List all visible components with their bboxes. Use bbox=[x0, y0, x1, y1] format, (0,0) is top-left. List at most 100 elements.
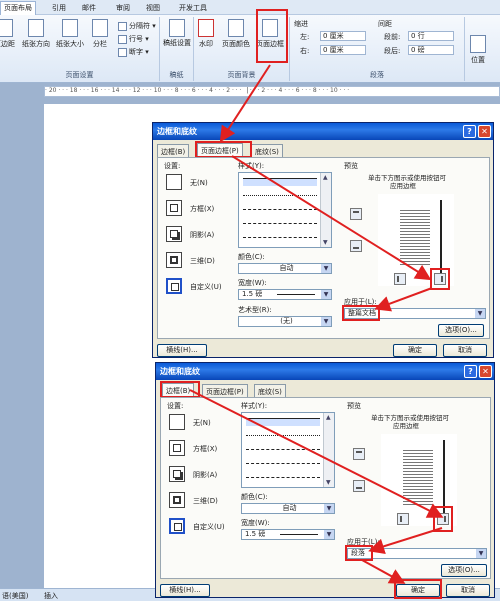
chevron-down-icon[interactable]: ▼ bbox=[321, 264, 331, 273]
scroll-down-icon[interactable]: ▼ bbox=[326, 479, 331, 486]
scroll-down-icon[interactable]: ▼ bbox=[323, 239, 328, 246]
style-list[interactable]: ▲ ▼ bbox=[238, 172, 332, 248]
setting-custom-label[interactable]: 自定义(U) bbox=[193, 522, 225, 532]
manuscript-settings-button[interactable]: 稿纸设置 bbox=[162, 19, 192, 48]
chevron-down-icon[interactable]: ▼ bbox=[324, 530, 334, 539]
tab-mailings[interactable]: 邮件 bbox=[82, 3, 96, 13]
margins-button[interactable]: 页边距 bbox=[0, 19, 15, 49]
setting-shadow-label[interactable]: 阴影(A) bbox=[190, 230, 214, 240]
width-select[interactable]: 1.5 磅 ▼ bbox=[241, 529, 335, 540]
style-list-scrollbar[interactable]: ▲ ▼ bbox=[320, 173, 331, 247]
style-list-scrollbar[interactable]: ▲ ▼ bbox=[323, 413, 334, 487]
art-select[interactable]: (无) ▼ bbox=[238, 316, 332, 327]
style-long-dash[interactable] bbox=[246, 477, 320, 478]
style-dotted[interactable] bbox=[246, 435, 320, 436]
style-long-dash[interactable] bbox=[243, 237, 317, 238]
setting-custom-label[interactable]: 自定义(U) bbox=[190, 282, 222, 292]
setting-label: 设置: bbox=[164, 162, 181, 170]
tab-shading[interactable]: 底纹(S) bbox=[254, 384, 286, 397]
style-dashed[interactable] bbox=[243, 209, 317, 210]
page-color-button[interactable]: 页面颜色 bbox=[222, 19, 250, 49]
spacing-after-input[interactable]: 0 磅 bbox=[408, 45, 454, 55]
ok-button[interactable]: 确定 bbox=[393, 344, 437, 357]
options-button[interactable]: 选项(O)... bbox=[438, 324, 484, 337]
scroll-up-icon[interactable]: ▲ bbox=[323, 174, 328, 181]
setting-custom-icon[interactable] bbox=[169, 518, 185, 534]
ribbon: 页边距 纸张方向 纸张大小 分栏 分隔符 ▾ 行号 ▾ 断字 ▾ 页面设置 稿纸… bbox=[0, 9, 500, 83]
setting-shadow-label[interactable]: 阴影(A) bbox=[193, 470, 217, 480]
line-numbers-button[interactable]: 行号 ▾ bbox=[118, 34, 149, 44]
help-icon[interactable]: ? bbox=[463, 125, 476, 138]
margins-icon bbox=[0, 19, 13, 37]
top-border-button[interactable] bbox=[353, 448, 365, 460]
setting-shadow-icon[interactable] bbox=[166, 226, 182, 242]
tab-borders[interactable]: 边框(B) bbox=[157, 144, 190, 157]
tab-references[interactable]: 引用 bbox=[52, 3, 66, 13]
top-border-button[interactable] bbox=[350, 208, 362, 220]
setting-3d-label[interactable]: 三维(D) bbox=[190, 256, 215, 266]
tab-shading[interactable]: 底纹(S) bbox=[251, 144, 283, 157]
chevron-down-icon[interactable]: ▼ bbox=[324, 504, 334, 513]
setting-3d-label[interactable]: 三维(D) bbox=[193, 496, 218, 506]
color-select[interactable]: 自动 ▼ bbox=[238, 263, 332, 274]
cancel-button[interactable]: 取消 bbox=[443, 344, 487, 357]
color-select[interactable]: 自动 ▼ bbox=[241, 503, 335, 514]
language-status[interactable]: 语(美国) bbox=[2, 591, 28, 601]
chevron-down-icon[interactable]: ▼ bbox=[321, 290, 331, 299]
tab-review[interactable]: 审阅 bbox=[116, 3, 130, 13]
insert-mode-status[interactable]: 插入 bbox=[44, 591, 58, 601]
bottom-border-button[interactable] bbox=[350, 240, 362, 252]
position-button[interactable]: 位置 bbox=[470, 35, 486, 65]
setting-shadow-icon[interactable] bbox=[169, 466, 185, 482]
style-list[interactable]: ▲ ▼ bbox=[241, 412, 335, 488]
setting-none-icon[interactable] bbox=[169, 414, 185, 430]
breaks-button[interactable]: 分隔符 ▾ bbox=[118, 21, 156, 31]
spacing-before-input[interactable]: 0 行 bbox=[408, 31, 454, 41]
paper-size-icon bbox=[62, 19, 78, 37]
close-icon[interactable]: ✕ bbox=[479, 365, 492, 378]
left-border-button[interactable] bbox=[394, 273, 406, 285]
style-dashed[interactable] bbox=[246, 449, 320, 450]
tab-view[interactable]: 视图 bbox=[146, 3, 160, 13]
dialog-title-bar: 边框和底纹 ? ✕ bbox=[153, 123, 493, 140]
cancel-button[interactable]: 取消 bbox=[446, 584, 490, 597]
tab-page-border[interactable]: 页面边框(P) bbox=[202, 384, 248, 397]
setting-box-label[interactable]: 方框(X) bbox=[193, 444, 217, 454]
hyphenation-button[interactable]: 断字 ▾ bbox=[118, 47, 149, 57]
style-dash-dot[interactable] bbox=[246, 463, 320, 464]
indent-right-input[interactable]: 0 厘米 bbox=[320, 45, 366, 55]
setting-custom-icon[interactable] bbox=[166, 278, 182, 294]
setting-3d-icon[interactable] bbox=[166, 252, 182, 268]
style-solid[interactable] bbox=[246, 418, 320, 426]
close-icon[interactable]: ✕ bbox=[478, 125, 491, 138]
size-button[interactable]: 纸张大小 bbox=[56, 19, 84, 49]
tab-developer[interactable]: 开发工具 bbox=[179, 3, 207, 13]
width-select[interactable]: 1.5 磅 ▼ bbox=[238, 289, 332, 300]
tab-page-layout[interactable]: 页面布局 bbox=[0, 1, 36, 15]
horizontal-line-button[interactable]: 横线(H)... bbox=[157, 344, 207, 357]
style-dash-dot[interactable] bbox=[243, 223, 317, 224]
setting-none-icon[interactable] bbox=[166, 174, 182, 190]
bottom-border-button[interactable] bbox=[353, 480, 365, 492]
indent-left-input[interactable]: 0 厘米 bbox=[320, 31, 366, 41]
style-solid[interactable] bbox=[243, 178, 317, 186]
options-button[interactable]: 选项(O)... bbox=[441, 564, 487, 577]
setting-box-icon[interactable] bbox=[169, 440, 185, 456]
columns-button[interactable]: 分栏 bbox=[92, 19, 108, 49]
orientation-button[interactable]: 纸张方向 bbox=[22, 19, 50, 49]
chevron-down-icon[interactable]: ▼ bbox=[321, 317, 331, 326]
setting-box-label[interactable]: 方框(X) bbox=[190, 204, 214, 214]
page-border-tab-highlight bbox=[195, 141, 252, 158]
setting-none-label[interactable]: 无(N) bbox=[193, 418, 211, 428]
style-dotted[interactable] bbox=[243, 195, 317, 196]
setting-box-icon[interactable] bbox=[166, 200, 182, 216]
chevron-down-icon[interactable]: ▼ bbox=[475, 309, 485, 318]
setting-3d-icon[interactable] bbox=[169, 492, 185, 508]
setting-none-label[interactable]: 无(N) bbox=[190, 178, 208, 188]
left-border-button[interactable] bbox=[397, 513, 409, 525]
scroll-up-icon[interactable]: ▲ bbox=[326, 414, 331, 421]
horizontal-line-button[interactable]: 横线(H)... bbox=[160, 584, 210, 597]
chevron-down-icon[interactable]: ▼ bbox=[476, 549, 486, 558]
help-icon[interactable]: ? bbox=[464, 365, 477, 378]
watermark-button[interactable]: 水印 bbox=[198, 19, 214, 49]
